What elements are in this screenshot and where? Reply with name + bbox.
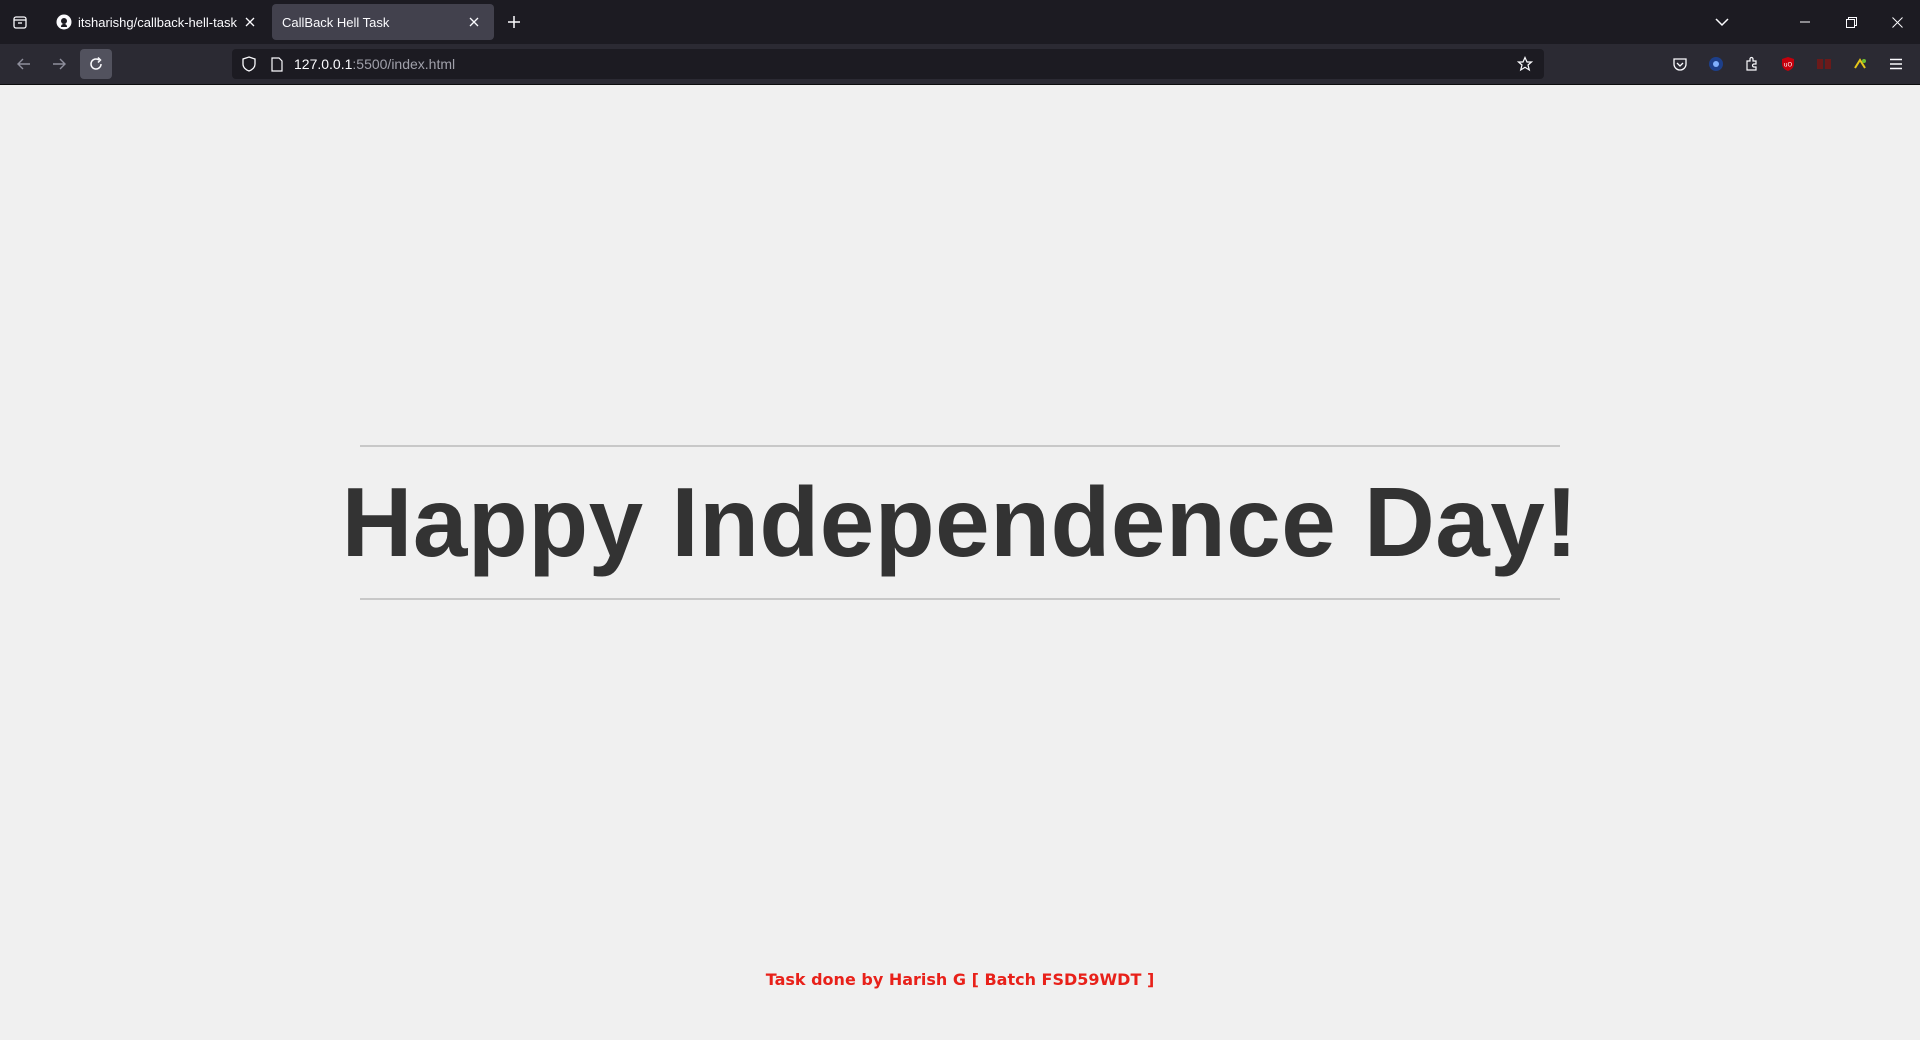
extension-red-icon[interactable] <box>1813 53 1835 75</box>
tab-callback-hell[interactable]: CallBack Hell Task <box>272 4 494 40</box>
restore-button[interactable] <box>1828 0 1874 44</box>
reload-button[interactable] <box>80 49 112 79</box>
svg-text:uO: uO <box>1784 62 1793 69</box>
tab-label: itsharishg/callback-hell-task <box>78 14 237 30</box>
extension-yellow-icon[interactable] <box>1849 53 1871 75</box>
headline-frame: Happy Independence Day! <box>342 445 1578 600</box>
url-host: 127.0.0.1 <box>294 56 353 72</box>
tab-github[interactable]: itsharishg/callback-hell-task <box>46 4 270 40</box>
tab-label: CallBack Hell Task <box>282 14 390 30</box>
page-content: Happy Independence Day! Task done by Har… <box>0 85 1920 1040</box>
forward-button[interactable] <box>43 49 75 79</box>
credit-text: Task done by Harish G [ Batch FSD59WDT ] <box>765 970 1155 989</box>
star-icon[interactable] <box>1514 53 1536 75</box>
ublock-origin-icon[interactable]: uO <box>1777 53 1799 75</box>
close-tab-icon[interactable] <box>240 12 260 32</box>
url-path: :5500/index.html <box>352 56 456 72</box>
minimize-button[interactable] <box>1782 0 1828 44</box>
list-all-tabs-icon[interactable] <box>6 6 34 38</box>
navigation-bar: 127.0.0.1:5500/index.html uO <box>0 44 1920 85</box>
shield-icon[interactable] <box>238 53 260 75</box>
chevron-down-icon[interactable] <box>1708 6 1736 38</box>
tab-strip: itsharishg/callback-hell-task CallBack H… <box>0 0 1920 44</box>
url-bar[interactable]: 127.0.0.1:5500/index.html <box>232 49 1544 79</box>
github-icon <box>56 14 72 30</box>
close-tab-icon[interactable] <box>464 12 484 32</box>
hamburger-menu-icon[interactable] <box>1885 53 1907 75</box>
pocket-icon[interactable] <box>1669 53 1691 75</box>
page-icon[interactable] <box>266 53 288 75</box>
new-tab-button[interactable] <box>500 6 528 38</box>
url-text[interactable]: 127.0.0.1:5500/index.html <box>294 56 455 72</box>
close-window-button[interactable] <box>1874 0 1920 44</box>
extensions-puzzle-icon[interactable] <box>1741 53 1763 75</box>
page-title: Happy Independence Day! <box>341 467 1579 577</box>
extension-blue-icon[interactable] <box>1705 53 1727 75</box>
back-button[interactable] <box>8 49 40 79</box>
